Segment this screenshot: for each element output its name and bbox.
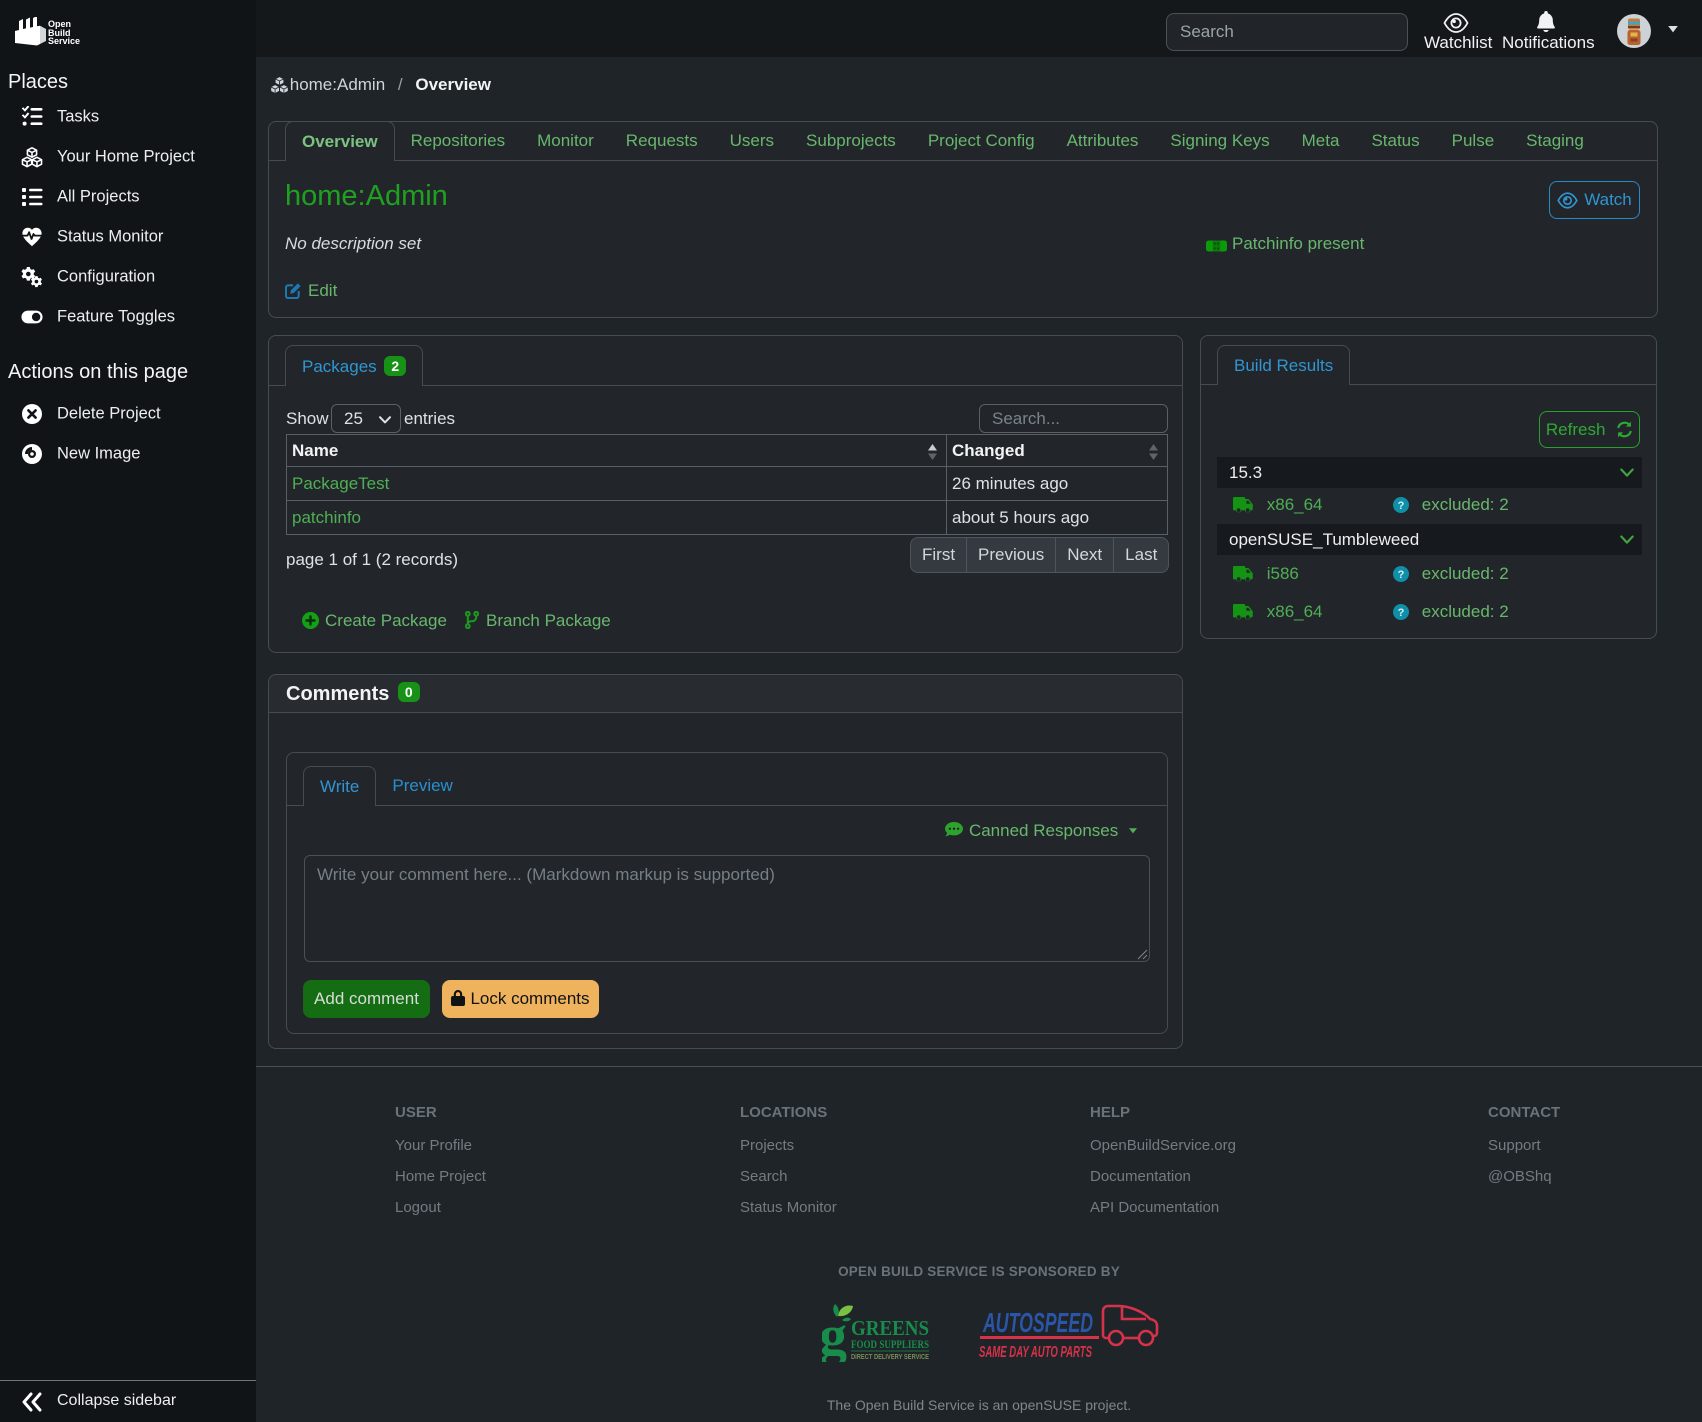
svg-text:FOOD SUPPLIERS: FOOD SUPPLIERS [851,1337,929,1351]
svg-text:?: ? [1398,607,1405,619]
svg-text:AUTOSPEED: AUTOSPEED [982,1307,1093,1338]
svg-text:?: ? [1398,569,1405,581]
svg-text:?: ? [1398,500,1405,512]
svg-text:SAME DAY AUTO PARTS: SAME DAY AUTO PARTS [979,1344,1092,1361]
svg-text:DIRECT DELIVERY SERVICE: DIRECT DELIVERY SERVICE [851,1352,929,1361]
